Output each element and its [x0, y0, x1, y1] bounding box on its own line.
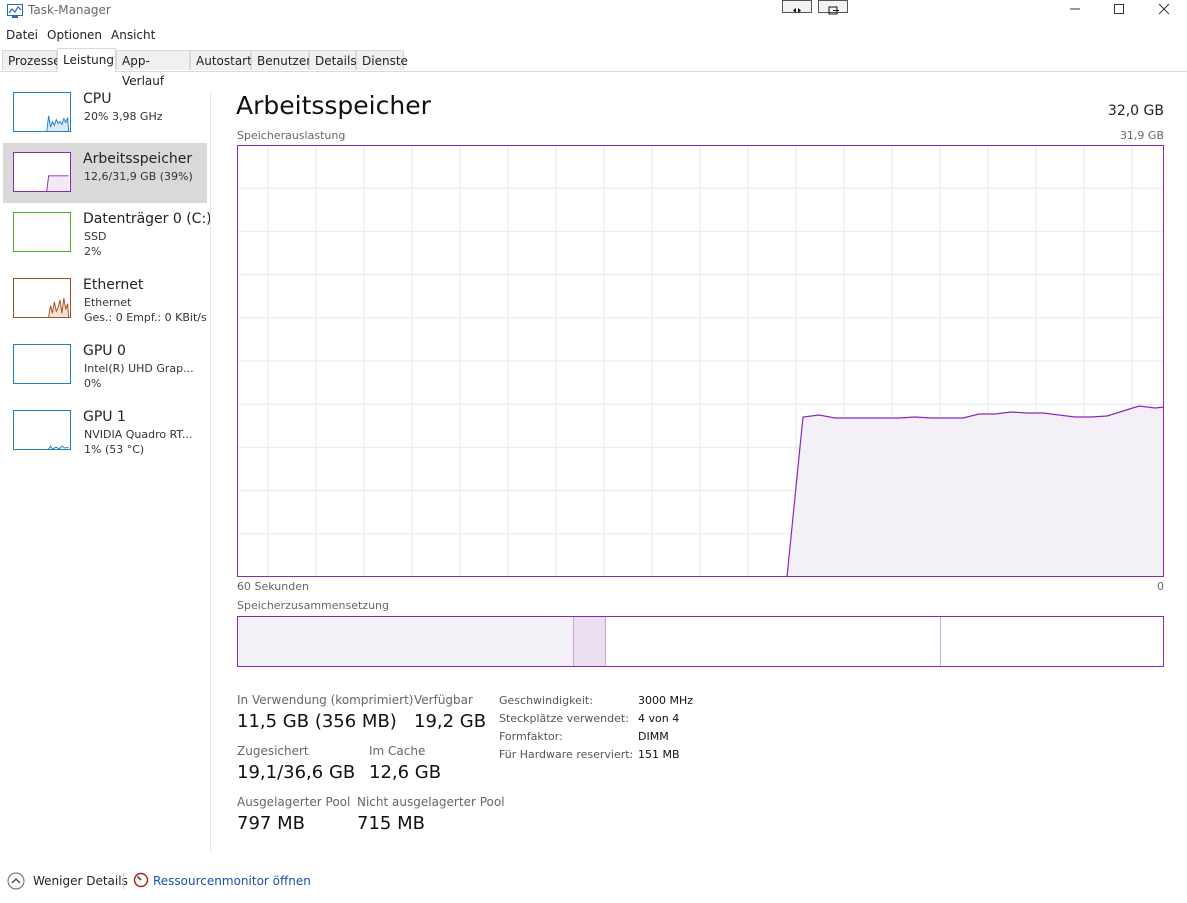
- sidebar-item-sub: Ethernet: [84, 296, 132, 309]
- available-value: 19,2 GB: [414, 711, 487, 732]
- sidebar-item-title: GPU 1: [83, 409, 126, 425]
- sidebar-item-title: GPU 0: [83, 343, 126, 359]
- sidebar-item-sub2: 0%: [84, 377, 102, 390]
- sidebar-item-title: Ethernet: [83, 277, 144, 293]
- detail-value: DIMM: [638, 730, 669, 743]
- sidebar-item-title: CPU: [83, 91, 112, 107]
- graph-label: Speicherauslastung: [237, 129, 346, 142]
- tab-app-verlauf[interactable]: App-Verlauf: [116, 50, 190, 88]
- gpu-graph-icon: [13, 344, 71, 384]
- cpu-graph-icon: [13, 92, 71, 132]
- menu-datei[interactable]: Datei: [6, 28, 38, 42]
- sidebar-item-sub: 12,6/31,9 GB (39%): [84, 170, 193, 183]
- cached-value: 12,6 GB: [369, 762, 442, 783]
- snap-right-button[interactable]: [818, 0, 848, 15]
- chevron-up-icon[interactable]: [7, 872, 25, 890]
- composition-in-use: [237, 616, 573, 667]
- committed-value: 19,1/36,6 GB: [237, 762, 356, 783]
- disk-graph-icon: [13, 212, 71, 252]
- detail-value: 3000 MHz: [638, 694, 694, 707]
- sidebar-item-title: Arbeitsspeicher: [83, 151, 193, 167]
- close-icon: [1158, 3, 1170, 15]
- tab-prozesse[interactable]: Prozesse: [2, 50, 61, 70]
- x-axis-right-label: 0: [1157, 580, 1164, 593]
- footer-divider: [123, 873, 124, 889]
- sidebar-item-title: Datenträger 0 (C:): [83, 211, 212, 227]
- sidebar-item-sub: Intel(R) UHD Grap...: [84, 362, 194, 375]
- dock-icon: [828, 6, 839, 15]
- memory-composition-bar: [237, 616, 1164, 667]
- title-bar: Task-Manager: [0, 0, 1187, 24]
- committed-label: Zugesichert: [237, 744, 309, 758]
- resize-arrows-icon: [793, 8, 801, 13]
- composition-label: Speicherzusammensetzung: [237, 599, 389, 612]
- tab-details[interactable]: Details: [309, 50, 357, 70]
- memory-usage-graph: [237, 145, 1164, 577]
- resource-monitor-icon[interactable]: [133, 872, 149, 888]
- tab-leistung[interactable]: Leistung: [57, 48, 116, 72]
- memory-graph-icon: [13, 152, 71, 192]
- available-label: Verfügbar: [414, 693, 473, 707]
- tab-autostart[interactable]: Autostart: [190, 50, 252, 70]
- tab-dienste[interactable]: Dienste: [356, 50, 408, 70]
- menu-ansicht[interactable]: Ansicht: [111, 28, 155, 42]
- detail-value: 151 MB: [638, 748, 680, 761]
- minimize-button[interactable]: [1052, 0, 1098, 22]
- page-title: Arbeitsspeicher: [236, 91, 431, 120]
- resource-monitor-link[interactable]: Ressourcenmonitor öffnen: [153, 874, 311, 888]
- sidebar-item-sub2: 2%: [84, 245, 102, 258]
- menu-optionen[interactable]: Optionen: [47, 28, 102, 42]
- cached-label: Im Cache: [369, 744, 426, 758]
- sidebar-item-sub: NVIDIA Quadro RT...: [84, 428, 193, 441]
- in-use-label: In Verwendung (komprimiert): [237, 693, 414, 707]
- gpu-graph-icon: [13, 410, 71, 450]
- sidebar-item-gpu0[interactable]: GPU 0 Intel(R) UHD Grap... 0%: [3, 335, 207, 395]
- sidebar-item-disk[interactable]: Datenträger 0 (C:) SSD 2%: [3, 203, 212, 263]
- maximize-button[interactable]: [1096, 0, 1142, 22]
- detail-label: Steckplätze verwendet:: [499, 712, 629, 725]
- sidebar-divider: [210, 92, 211, 852]
- sidebar-item-ethernet[interactable]: Ethernet Ethernet Ges.: 0 Empf.: 0 KBit/…: [3, 269, 207, 329]
- x-axis-left-label: 60 Sekunden: [237, 580, 309, 593]
- in-use-value: 11,5 GB (356 MB): [237, 711, 397, 732]
- minimize-icon: [1070, 8, 1080, 10]
- nonpaged-pool-label: Nicht ausgelagerter Pool: [357, 795, 505, 809]
- detail-label: Geschwindigkeit:: [499, 694, 593, 707]
- ethernet-graph-icon: [13, 278, 71, 318]
- memory-usage-area: [787, 406, 1164, 577]
- nonpaged-pool-value: 715 MB: [357, 813, 425, 834]
- graph-max-label: 31,9 GB: [1119, 129, 1164, 142]
- tab-benutzer[interactable]: Benutzer: [251, 50, 311, 70]
- detail-value: 4 von 4: [638, 712, 680, 725]
- window-title: Task-Manager: [28, 3, 111, 17]
- sidebar-item-sub2: Ges.: 0 Empf.: 0 KBit/s: [84, 311, 207, 324]
- sidebar-item-sub2: 1% (53 °C): [84, 443, 145, 456]
- task-manager-icon: [7, 4, 23, 18]
- composition-modified: [573, 616, 605, 667]
- close-button[interactable]: [1141, 0, 1187, 22]
- detail-label: Für Hardware reserviert:: [499, 748, 634, 761]
- sidebar-item-cpu[interactable]: CPU 20% 3,98 GHz: [3, 83, 207, 143]
- total-memory: 32,0 GB: [1107, 103, 1164, 119]
- paged-pool-label: Ausgelagerter Pool: [237, 795, 351, 809]
- sidebar-item-gpu1[interactable]: GPU 1 NVIDIA Quadro RT... 1% (53 °C): [3, 401, 207, 461]
- sidebar-item-sub: SSD: [84, 230, 107, 243]
- snap-left-button[interactable]: [782, 0, 812, 13]
- sidebar-item-memory[interactable]: Arbeitsspeicher 12,6/31,9 GB (39%): [3, 143, 207, 203]
- maximize-icon: [1114, 4, 1124, 14]
- fewer-details-button[interactable]: Weniger Details: [33, 874, 128, 888]
- paged-pool-value: 797 MB: [237, 813, 305, 834]
- sidebar-item-sub: 20% 3,98 GHz: [84, 110, 163, 123]
- detail-label: Formfaktor:: [499, 730, 563, 743]
